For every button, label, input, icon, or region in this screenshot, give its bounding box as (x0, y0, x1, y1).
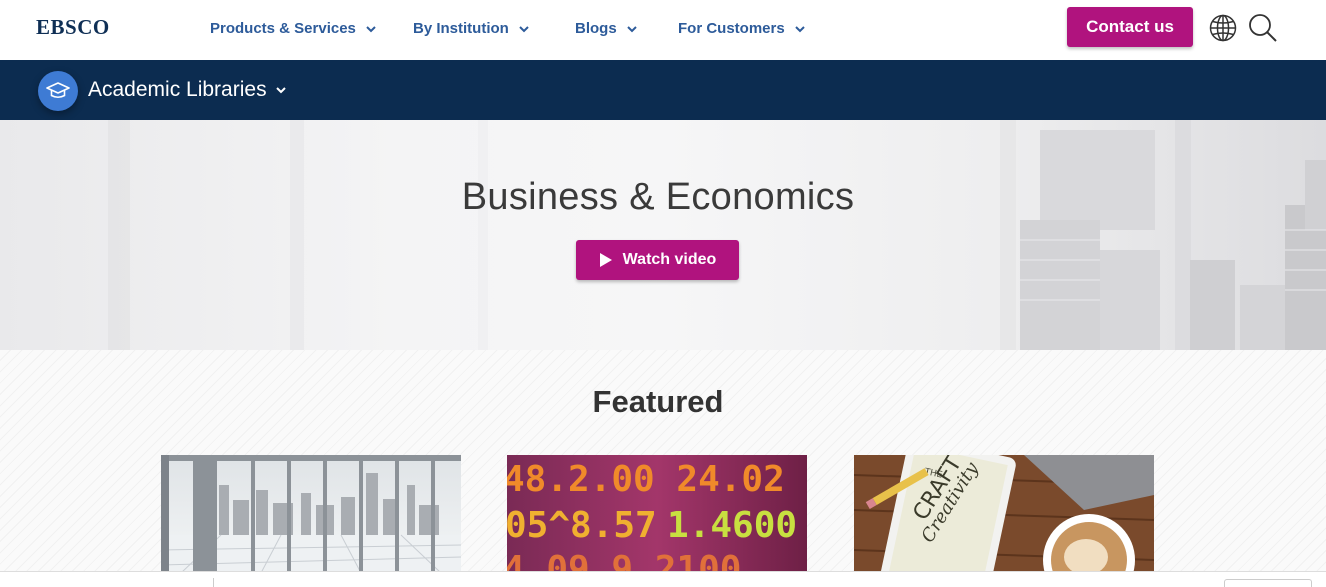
office-skyline-image (161, 455, 461, 573)
nav-by-institution[interactable]: By Institution (413, 20, 529, 37)
stock-ticker-image: 48.2.00 24.02 05^8.57 1.4600 4.09 9.2100 (507, 455, 807, 573)
nav-label: For Customers (678, 20, 785, 37)
chevron-down-icon (366, 25, 376, 32)
graduation-cap-icon (46, 82, 70, 99)
featured-heading: Featured (592, 384, 724, 419)
nav-label: Blogs (575, 20, 617, 37)
featured-card-creativity-book[interactable]: THE CRAFT Creativity (854, 455, 1154, 573)
watch-video-button[interactable]: Watch video (576, 240, 739, 280)
creativity-book-image: THE CRAFT Creativity (854, 455, 1154, 573)
divider (213, 578, 214, 587)
featured-card-office[interactable] (161, 455, 461, 573)
institution-selector[interactable]: Academic Libraries (88, 78, 267, 102)
contact-us-button[interactable]: Contact us (1067, 7, 1193, 47)
watch-video-label: Watch video (622, 251, 717, 268)
featured-section: Featured 48.2.00 24.02 05^8.57 1.4600 4.… (0, 350, 1326, 587)
ebsco-logo[interactable]: EBSCO (36, 15, 110, 40)
page-title: Business & Economics (461, 176, 855, 218)
top-header: EBSCO Products & Services By Institution… (0, 0, 1326, 60)
nav-for-customers[interactable]: For Customers (678, 20, 805, 37)
featured-card-stock-ticker[interactable]: 48.2.00 24.02 05^8.57 1.4600 4.09 9.2100 (507, 455, 807, 573)
hero-background-image (108, 120, 1326, 350)
ticker-row: 48.2.00 24.02 (507, 459, 785, 500)
nav-label: By Institution (413, 20, 509, 37)
bottom-widget[interactable] (1224, 579, 1312, 587)
nav-products-services[interactable]: Products & Services (210, 20, 376, 37)
ticker-row: 1.4600 (667, 505, 797, 546)
chevron-down-icon (794, 25, 805, 32)
nav-blogs[interactable]: Blogs (575, 20, 637, 37)
chevron-down-icon (519, 25, 529, 32)
institution-bar: Academic Libraries (0, 60, 1326, 120)
globe-icon[interactable] (1208, 13, 1238, 43)
play-icon (599, 253, 612, 267)
chevron-down-icon[interactable] (275, 84, 287, 96)
ticker-row: 4.09 9.2100 (507, 549, 741, 573)
bottom-bar (0, 571, 1326, 587)
ticker-row: 05^8.57 (507, 505, 657, 546)
chevron-down-icon (626, 25, 637, 32)
search-icon[interactable] (1248, 13, 1278, 43)
nav-label: Products & Services (210, 20, 356, 37)
graduation-cap-badge (38, 71, 78, 111)
hero-banner: Business & Economics Watch video (0, 120, 1326, 350)
